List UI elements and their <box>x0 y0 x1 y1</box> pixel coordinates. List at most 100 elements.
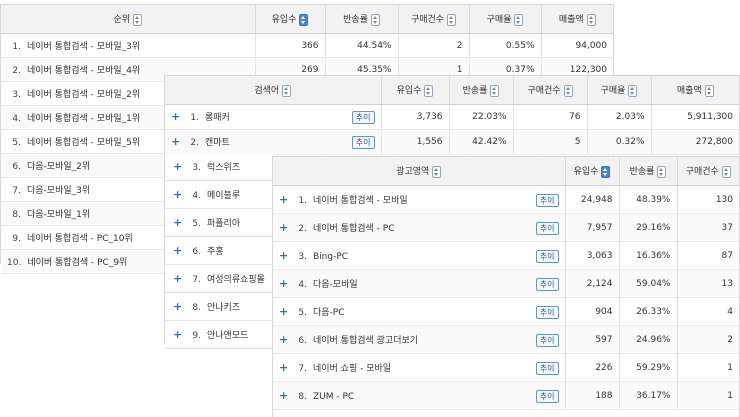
expand-plus-icon[interactable]: + <box>279 193 293 206</box>
trend-button[interactable]: 추이 <box>535 249 559 263</box>
row-name: 다음-모바일_3위 <box>27 186 91 196</box>
sort-icon[interactable] <box>721 165 731 178</box>
row-name: 네이버 통합검색 - 모바일_3위 <box>27 42 141 52</box>
table-row[interactable]: +1. 네이버 통합검색 - 모바일 추이 24,948 48.39% 130 <box>273 185 739 214</box>
sort-icon[interactable] <box>447 13 457 26</box>
list-item[interactable]: +6. 주홍 <box>165 237 273 265</box>
cell-bounce: 42.42% <box>449 129 514 155</box>
table-row[interactable]: +2. 네이버 통합검색 - PC 추이 7,957 29.16% 37 <box>273 213 739 242</box>
expand-plus-icon[interactable]: + <box>279 361 293 374</box>
sort-icon[interactable] <box>628 84 638 97</box>
trend-button[interactable]: 추이 <box>535 361 559 375</box>
row-name: Bing-PC <box>313 251 349 262</box>
sort-active-icon[interactable] <box>299 13 309 26</box>
col-rank[interactable]: 순위 <box>1 5 256 34</box>
row-rank: 2. <box>190 138 199 148</box>
trend-button[interactable]: 추이 <box>535 333 559 347</box>
sort-active-icon[interactable] <box>601 165 611 178</box>
trend-button[interactable]: 추이 <box>535 305 559 319</box>
col-bounce[interactable]: 반송률 <box>325 5 399 34</box>
expand-plus-icon[interactable]: + <box>279 249 293 262</box>
list-item[interactable]: +5. 퍼플리아 <box>165 209 273 237</box>
cell-visits: 2,124 <box>565 269 620 298</box>
table-row[interactable]: +5. 다음-PC 추이 904 26.33% 4 <box>273 297 739 326</box>
trend-button[interactable]: 추이 <box>351 136 375 149</box>
sort-icon[interactable] <box>514 13 524 26</box>
row-rank: 5. <box>12 138 21 148</box>
table-row[interactable]: 1. 네이버 통합검색 - 모바일_3위 366 44.54% 2 0.55% 9… <box>1 33 613 58</box>
cell-visits: 3,063 <box>565 241 620 270</box>
keyword-table: 검색어 유입수 반송률 구매건수 구매율 매출액 +1. 롱패커 추이 3,736 … <box>165 76 739 155</box>
col-orders[interactable]: 구매건수 <box>398 5 470 34</box>
sort-icon[interactable] <box>424 84 434 97</box>
row-name: 네이버 쇼핑 - 모바일 <box>313 363 392 374</box>
list-item[interactable]: +3. 럭스위즈 <box>165 153 273 181</box>
expand-plus-icon[interactable]: + <box>279 333 293 346</box>
col-orders[interactable]: 구매건수 <box>677 157 739 186</box>
table-row[interactable]: +8. ZUM - PC 추이 188 36.17% 1 <box>273 381 739 410</box>
expand-plus-icon[interactable]: + <box>173 293 187 320</box>
trend-button[interactable]: 추이 <box>535 193 559 207</box>
expand-plus-icon[interactable]: + <box>173 209 187 236</box>
table-row[interactable]: +4. 다음-모바일 추이 2,124 59.04% 13 <box>273 269 739 298</box>
col-visits[interactable]: 유입수 <box>381 76 450 105</box>
expand-plus-icon[interactable]: + <box>171 135 185 148</box>
row-rank: 2. <box>12 66 21 76</box>
trend-button[interactable]: 추이 <box>535 277 559 291</box>
list-item[interactable]: +4. 메이블루 <box>165 181 273 209</box>
sort-icon[interactable] <box>704 84 714 97</box>
row-rank: 1. <box>190 113 199 123</box>
cell-orders: 76 <box>513 104 588 130</box>
ad-area-table: 광고영역 유입수 반송률 구매건수 +1. 네이버 통합검색 - 모바일 추이 24,… <box>273 157 739 410</box>
col-visits[interactable]: 유입수 <box>565 157 620 186</box>
col-rate[interactable]: 구매율 <box>469 5 542 34</box>
expand-plus-icon[interactable]: + <box>279 221 293 234</box>
table-row[interactable]: +3. Bing-PC 추이 3,063 16.36% 87 <box>273 241 739 270</box>
list-item[interactable]: +8. 안나키즈 <box>165 293 273 321</box>
row-name: 네이버 통합검색 광고더보기 <box>313 335 419 346</box>
trend-button[interactable]: 추이 <box>351 111 375 124</box>
col-keyword[interactable]: 검색어 <box>165 76 382 105</box>
sort-icon[interactable] <box>490 84 500 97</box>
sort-icon[interactable] <box>657 165 667 178</box>
cell-visits: 366 <box>255 33 326 58</box>
keyword-list-rest: +3. 럭스위즈 +4. 메이블루 +5. 퍼플리아 +6. 주홍 +7. 여성의류쇼핑몰… <box>164 153 273 349</box>
sort-icon[interactable] <box>370 13 380 26</box>
row-name: 다음-모바일_1위 <box>27 210 91 220</box>
list-item[interactable]: +9. 안나앤모드 <box>165 321 273 349</box>
table-row[interactable]: +7. 네이버 쇼핑 - 모바일 추이 226 59.29% 1 <box>273 353 739 382</box>
list-item[interactable]: +7. 여성의류쇼핑몰 <box>165 265 273 293</box>
expand-plus-icon[interactable]: + <box>173 321 187 348</box>
row-name: 네이버 통합검색 - PC_10위 <box>27 234 133 244</box>
sort-icon[interactable] <box>586 13 596 26</box>
col-ad-area[interactable]: 광고영역 <box>273 157 566 186</box>
expand-plus-icon[interactable]: + <box>173 265 187 292</box>
expand-plus-icon[interactable]: + <box>171 110 185 123</box>
table-row[interactable]: +6. 네이버 통합검색 광고더보기 추이 597 24.96% 2 <box>273 325 739 354</box>
col-sales[interactable]: 매출액 <box>541 5 613 34</box>
col-visits[interactable]: 유입수 <box>255 5 326 34</box>
sort-icon[interactable] <box>432 165 442 178</box>
row-rank: 10. <box>7 258 22 268</box>
row-name: 캔마트 <box>205 138 230 148</box>
keyword-table-header: 검색어 유입수 반송률 구매건수 구매율 매출액 <box>165 76 739 105</box>
col-orders[interactable]: 구매건수 <box>513 76 588 105</box>
col-bounce[interactable]: 반송률 <box>449 76 514 105</box>
col-sales[interactable]: 매출액 <box>651 76 739 105</box>
row-name: 네이버 통합검색 - 모바일_4위 <box>27 66 141 76</box>
expand-plus-icon[interactable]: + <box>279 389 293 402</box>
col-bounce[interactable]: 반송률 <box>619 157 678 186</box>
expand-plus-icon[interactable]: + <box>173 153 187 180</box>
expand-plus-icon[interactable]: + <box>279 277 293 290</box>
sort-icon[interactable] <box>282 84 292 97</box>
table-row[interactable]: +2. 캔마트 추이 1,556 42.42% 5 0.32% 272,800 <box>165 129 739 155</box>
expand-plus-icon[interactable]: + <box>279 305 293 318</box>
sort-icon[interactable] <box>563 84 573 97</box>
trend-button[interactable]: 추이 <box>535 389 559 403</box>
sort-icon[interactable] <box>133 13 143 26</box>
expand-plus-icon[interactable]: + <box>173 181 187 208</box>
table-row[interactable]: +1. 롱패커 추이 3,736 22.03% 76 2.03% 5,911,300 <box>165 104 739 130</box>
expand-plus-icon[interactable]: + <box>173 237 187 264</box>
trend-button[interactable]: 추이 <box>535 221 559 235</box>
col-rate[interactable]: 구매율 <box>587 76 652 105</box>
